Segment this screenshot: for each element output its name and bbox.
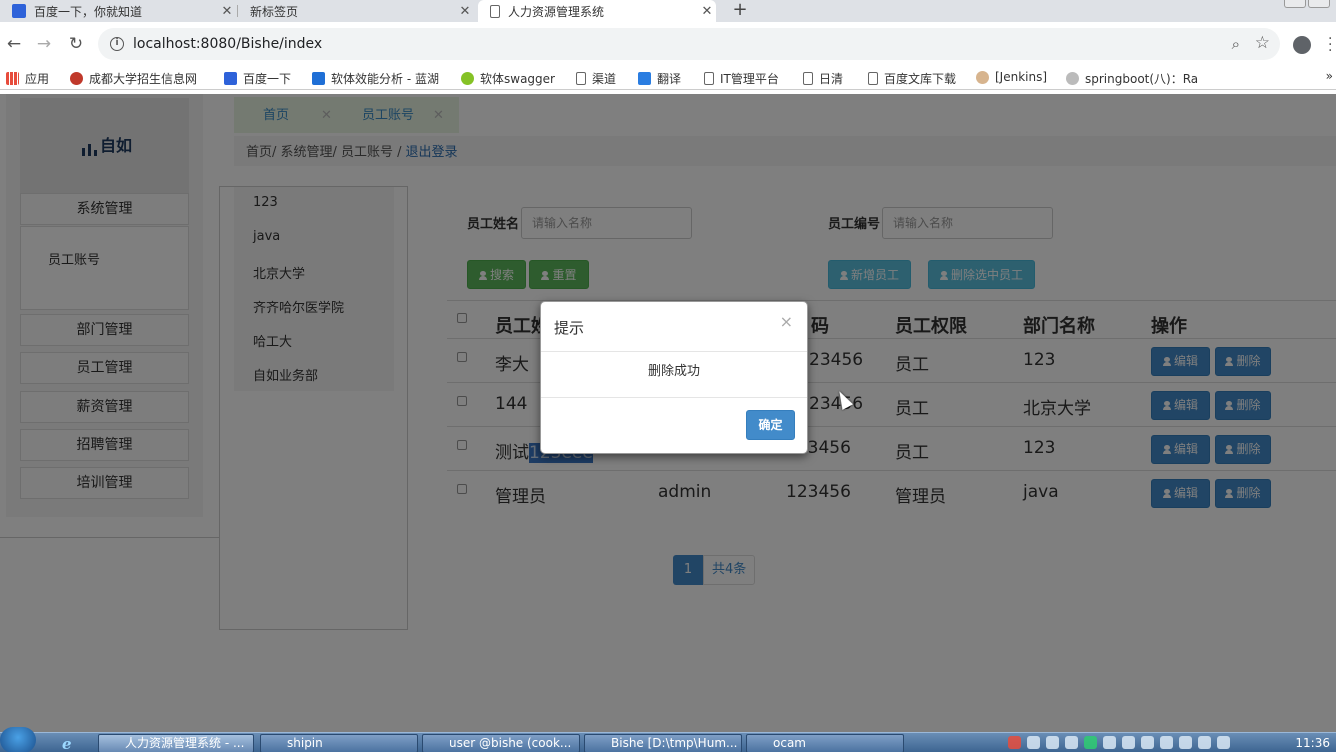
app-page: 自如 系统管理 员工账号 部门管理 员工管理 薪资管理 招聘管理 培训管理 首页…	[0, 94, 1336, 732]
start-button[interactable]	[0, 727, 36, 752]
reload-button[interactable]: ↻	[66, 34, 86, 54]
bookmark-label: IT管理平台	[720, 72, 779, 86]
bookmark-riqing[interactable]: 日清	[803, 70, 843, 87]
clock[interactable]: 11:36	[1295, 736, 1330, 750]
baidu-icon	[12, 4, 26, 18]
bookmark-apps[interactable]: 应用	[6, 70, 49, 87]
browser-toolbar: ← → ↻ i localhost:8080/Bishe/index ⌕ ☆	[0, 22, 1336, 66]
bookmark-label: 软体效能分析 - 蓝湖	[331, 72, 439, 86]
page-icon	[490, 4, 500, 18]
url-text[interactable]: localhost:8080/Bishe/index	[133, 36, 322, 52]
internet-explorer-icon[interactable]: e	[62, 735, 72, 752]
tab-title: 人力资源管理系统	[508, 4, 605, 19]
browser-tab-hr-system[interactable]: 人力资源管理系统 ✕	[478, 0, 716, 22]
new-tab-button[interactable]: +	[730, 0, 750, 22]
dialog-title: 提示	[554, 319, 585, 337]
window-controls	[1284, 0, 1330, 8]
bookmark-wenku[interactable]: 百度文库下载	[868, 70, 956, 87]
close-icon[interactable]: ✕	[698, 4, 716, 19]
browser-tab-baidu[interactable]: 百度一下，你就知道 ✕	[0, 0, 236, 22]
system-tray	[1008, 736, 1230, 749]
bookmark-translate[interactable]: 翻译	[638, 70, 681, 87]
tab-title: 新标签页	[250, 4, 299, 19]
bookmark-label: 翻译	[657, 72, 682, 86]
browser-tab-new[interactable]: 新标签页 ✕	[238, 0, 474, 22]
network-icon[interactable]	[1198, 736, 1211, 749]
bookmark-baidu[interactable]: 百度一下	[224, 70, 291, 87]
bookmark-springboot[interactable]: springboot(八)：Ra	[1066, 70, 1198, 87]
springboot-icon	[1066, 72, 1079, 85]
minimize-button[interactable]	[1284, 0, 1306, 8]
tray-icon[interactable]	[1179, 736, 1192, 749]
zoom-icon[interactable]: ⌕	[1232, 35, 1240, 53]
bookmark-label: 百度文库下载	[884, 72, 957, 86]
profile-icon[interactable]	[1293, 36, 1311, 54]
bookmark-label: 软体swagger	[480, 72, 555, 86]
apps-icon	[6, 72, 19, 85]
bookmark-jenkins[interactable]: [Jenkins]	[976, 70, 1047, 84]
translate-icon	[638, 72, 651, 85]
maximize-button[interactable]	[1308, 0, 1330, 8]
dialog-header: 提示 ×	[541, 302, 807, 352]
bluetooth-icon[interactable]	[1103, 736, 1116, 749]
dialog-message: 删除成功	[541, 352, 807, 398]
page-icon	[803, 72, 813, 85]
tray-icon[interactable]	[1046, 736, 1059, 749]
bookmark-label: 应用	[25, 72, 50, 86]
browser-tab-bar: 百度一下，你就知道 ✕ 新标签页 ✕ 人力资源管理系统 ✕ +	[0, 0, 1336, 22]
tray-icon[interactable]	[1122, 736, 1135, 749]
close-icon[interactable]: ×	[780, 312, 793, 331]
forward-button[interactable]: →	[34, 34, 54, 54]
address-bar[interactable]: i localhost:8080/Bishe/index ⌕ ☆	[98, 28, 1280, 60]
volume-icon[interactable]	[1217, 736, 1230, 749]
alert-dialog: 提示 × 删除成功 确定	[540, 301, 808, 454]
bookmark-label: 日清	[819, 72, 844, 86]
bookmarks-more-button[interactable]: »	[1326, 69, 1333, 83]
bookmark-star-icon[interactable]: ☆	[1255, 33, 1270, 53]
cdu-icon	[70, 72, 83, 85]
wechat-icon[interactable]	[1084, 736, 1097, 749]
bookmark-label: 百度一下	[243, 72, 292, 86]
taskbar-item-folder[interactable]: shipin	[260, 734, 418, 752]
taskbar-item-db[interactable]: user @bishe (cook...	[422, 734, 580, 752]
bookmark-cdu[interactable]: 成都大学招生信息网	[70, 70, 197, 87]
bookmark-lanhu[interactable]: 软体效能分析 - 蓝湖	[312, 70, 439, 87]
confirm-button[interactable]: 确定	[746, 410, 795, 440]
close-icon[interactable]: ✕	[456, 4, 474, 19]
bookmark-label: 渠道	[592, 72, 617, 86]
baidu-icon	[224, 72, 237, 85]
taskbar-item-ide[interactable]: Bishe [D:\tmp\Hum...	[584, 734, 742, 752]
browser-menu-icon[interactable]: · · ·	[1328, 32, 1332, 58]
sogou-icon[interactable]	[1008, 736, 1021, 749]
bookmark-label: 成都大学招生信息网	[89, 72, 198, 86]
info-icon[interactable]: i	[110, 37, 124, 51]
bookmark-label: springboot(八)：Ra	[1085, 72, 1199, 86]
swagger-icon	[461, 72, 474, 85]
help-icon[interactable]	[1027, 736, 1040, 749]
lanhu-icon	[312, 72, 325, 85]
bookmark-swagger[interactable]: 软体swagger	[461, 70, 555, 87]
page-icon	[704, 72, 714, 85]
tray-icon[interactable]	[1160, 736, 1173, 749]
bookmark-qudao[interactable]: 渠道	[576, 70, 616, 87]
close-icon[interactable]: ✕	[218, 4, 236, 19]
tray-expand-icon[interactable]	[1065, 736, 1078, 749]
taskbar-item-ocam[interactable]: ocam	[746, 734, 904, 752]
taskbar: e 人力资源管理系统 - ... shipin user @bishe (coo…	[0, 727, 1336, 752]
taskbar-item-chrome[interactable]: 人力资源管理系统 - ...	[98, 734, 254, 752]
tray-icon[interactable]	[1141, 736, 1154, 749]
back-button[interactable]: ←	[4, 34, 24, 54]
bookmark-label: [Jenkins]	[995, 70, 1048, 84]
page-icon	[576, 72, 586, 85]
bookmarks-bar: 应用 成都大学招生信息网 百度一下 软体效能分析 - 蓝湖 软体swagger …	[0, 66, 1336, 90]
page-icon	[868, 72, 878, 85]
jenkins-icon	[976, 70, 989, 84]
bookmark-it-platform[interactable]: IT管理平台	[704, 70, 779, 87]
tab-title: 百度一下，你就知道	[34, 4, 143, 19]
